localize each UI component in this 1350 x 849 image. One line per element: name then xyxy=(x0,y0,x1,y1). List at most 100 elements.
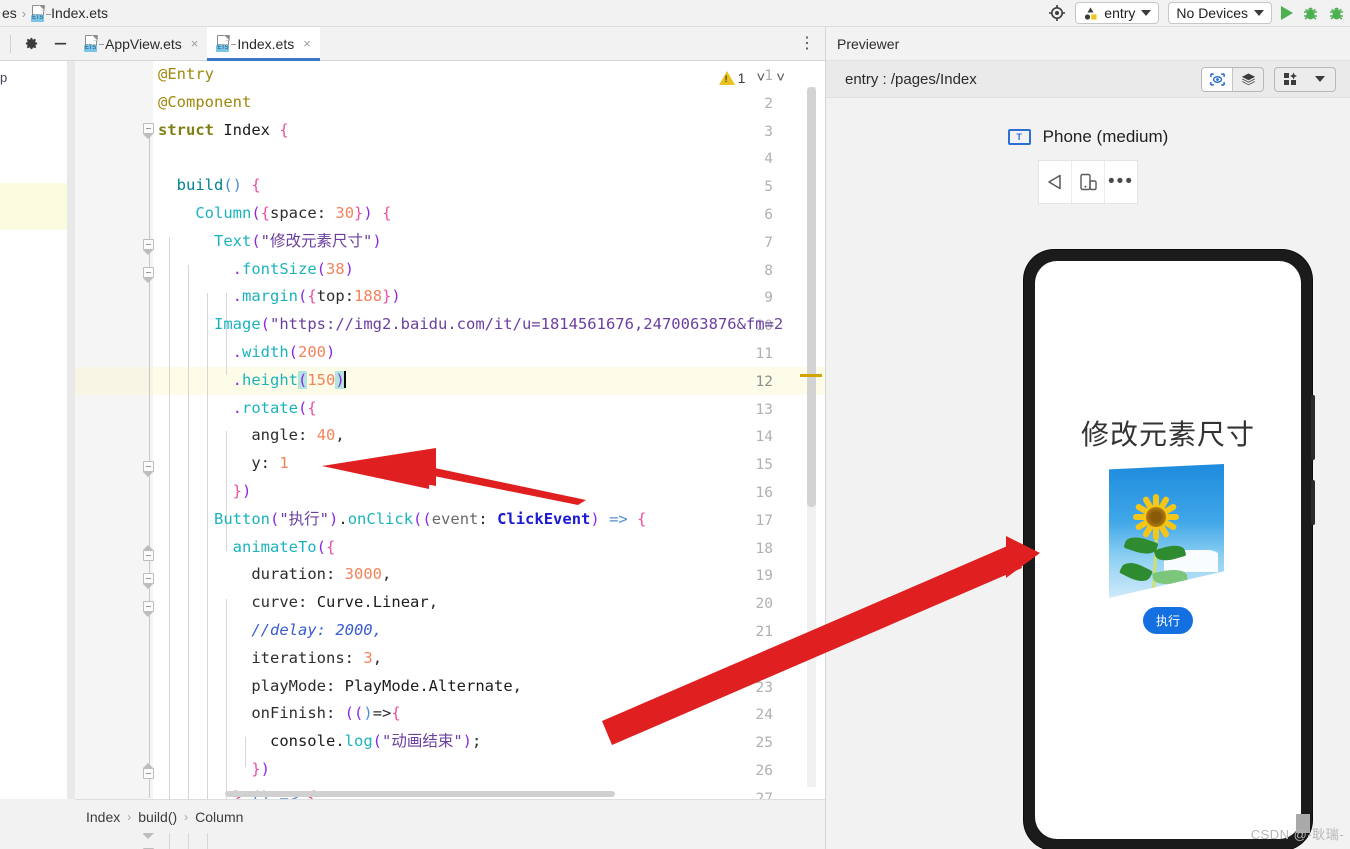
previewer-toolbar: entry : /pages/Index xyxy=(826,60,1350,98)
layout-selector-group xyxy=(1274,66,1336,92)
code-line-22: iterations: 3, xyxy=(251,648,383,667)
breadcrumb-separator-icon: › xyxy=(184,809,189,824)
editor-change-marker[interactable] xyxy=(800,374,822,377)
breadcrumb-truncated[interactable]: es xyxy=(2,5,17,21)
code-line-3: struct Index { xyxy=(158,120,289,139)
target-icon[interactable] xyxy=(1048,4,1066,22)
back-triangle-icon[interactable] xyxy=(1039,161,1071,203)
previewer-toolbar-actions xyxy=(1201,66,1336,92)
code-line-21: //delay: 2000, xyxy=(251,621,382,639)
project-tree-item-label: p xyxy=(0,70,8,85)
tab-close-icon[interactable]: × xyxy=(191,36,199,51)
breadcrumb-column[interactable]: Column xyxy=(195,809,243,825)
ide-window: es › ETS Index.ets entry No Devices ETS … xyxy=(0,0,1350,849)
code-line-14: angle: 40, xyxy=(251,426,345,445)
ets-file-icon: ETS xyxy=(31,4,52,22)
eye-inspector-icon[interactable] xyxy=(1202,67,1232,91)
sunflower-head xyxy=(1131,492,1181,542)
project-tree-panel[interactable]: p xyxy=(0,61,67,799)
code-line-7: Text("修改元素尺寸") xyxy=(214,231,382,250)
tab-label: Index.ets xyxy=(237,35,295,52)
rotate-device-icon[interactable] xyxy=(1072,161,1104,203)
device-button-volume xyxy=(1311,395,1315,460)
ets-file-icon: ETS xyxy=(84,35,104,52)
code-line-19: duration: 3000, xyxy=(251,565,392,584)
top-bar-actions: entry No Devices xyxy=(1048,2,1350,24)
code-breadcrumb-bar: Index › build() › Column xyxy=(75,799,825,833)
tab-label: AppView.ets xyxy=(105,35,182,52)
code-line-17: Button("执行").onClick((event: ClickEvent)… xyxy=(214,509,647,528)
minus-icon[interactable] xyxy=(46,36,75,51)
toolbar-divider xyxy=(10,34,11,53)
code-line-18: animateTo({ xyxy=(232,537,336,556)
preview-execute-button[interactable]: 执行 xyxy=(1142,607,1194,634)
kebab-menu-icon[interactable]: ⋮ xyxy=(799,35,815,51)
device-selector[interactable]: No Devices xyxy=(1168,2,1272,24)
editor-horizontal-scrollbar[interactable] xyxy=(225,791,615,797)
code-line-20: curve: Curve.Linear, xyxy=(251,593,439,612)
grid-layout-icon[interactable] xyxy=(1275,68,1305,91)
device-header: T Phone (medium) xyxy=(826,127,1350,147)
run-play-icon[interactable] xyxy=(1281,6,1293,20)
editor-vertical-scrollbar-thumb[interactable] xyxy=(807,87,816,507)
device-selector-label: No Devices xyxy=(1176,5,1248,21)
chevron-down-icon[interactable]: ˅ xyxy=(776,69,785,86)
device-label: Phone (medium) xyxy=(1042,127,1169,146)
leaf xyxy=(1119,558,1153,586)
project-tree-scrollbar[interactable] xyxy=(67,61,75,799)
module-selector-label: entry xyxy=(1104,5,1136,21)
preview-mode-group xyxy=(1201,66,1264,92)
breadcrumb-file-name[interactable]: Index.ets xyxy=(51,5,108,21)
layers-icon[interactable] xyxy=(1233,68,1263,91)
code-line-23: playMode: PlayMode.Alternate, xyxy=(251,676,523,695)
editor-tab-strip: ETS AppView.ets × ETS Index.ets × ⋮ xyxy=(0,26,825,61)
preview-title-text: 修改元素尺寸 xyxy=(1080,418,1255,451)
code-line-16: }) xyxy=(232,482,252,500)
chevron-up-icon[interactable]: ˅ xyxy=(756,69,765,86)
tab-appview-ets[interactable]: ETS AppView.ets × xyxy=(75,27,207,61)
code-line-8: .fontSize(38) xyxy=(232,259,355,278)
warning-count: 1 xyxy=(737,69,746,86)
tab-index-ets[interactable]: ETS Index.ets × xyxy=(207,26,321,61)
breadcrumb-build[interactable]: build() xyxy=(138,809,177,825)
preview-sunflower-image xyxy=(1109,464,1224,598)
project-tree-selection-highlight xyxy=(0,183,67,230)
debug-bug-icon[interactable] xyxy=(1302,5,1319,22)
warning-triangle-icon xyxy=(718,70,735,85)
code-line-5: build() { xyxy=(176,176,261,195)
code-line-10: Image("https://img2.baidu.com/it/u=18145… xyxy=(214,315,784,334)
code-line-6: Column({space: 30}) { xyxy=(195,204,392,222)
editor-gutter[interactable] xyxy=(75,61,153,799)
code-line-25: console.log("动画结束"); xyxy=(269,732,482,751)
previewer-title: Previewer xyxy=(826,27,1350,60)
attach-debug-bug-icon[interactable] xyxy=(1328,5,1345,22)
top-bar: es › ETS Index.ets entry No Devices xyxy=(0,0,1350,27)
tablet-t-icon: T xyxy=(1007,129,1031,145)
breadcrumb-index[interactable]: Index xyxy=(86,809,120,825)
more-dots-icon[interactable]: ••• xyxy=(1105,161,1137,203)
chevron-down-icon[interactable] xyxy=(1305,68,1335,91)
previewer-path: entry : /pages/Index xyxy=(845,70,977,88)
device-screen[interactable]: 修改元素尺寸 执行 xyxy=(1035,261,1301,839)
inspection-status[interactable]: 1 ˅ ˅ xyxy=(718,69,785,86)
code-line-26: }) xyxy=(251,760,271,778)
module-icon xyxy=(1085,7,1097,20)
device-button-power xyxy=(1311,480,1315,525)
device-preview-frame: 修改元素尺寸 执行 xyxy=(1024,250,1315,849)
window-breadcrumb: es › ETS Index.ets xyxy=(0,4,108,22)
tab-close-icon[interactable]: × xyxy=(303,36,311,51)
code-line-1: @Entry xyxy=(158,65,214,83)
code-line-9: .margin({top:188}) xyxy=(232,287,401,306)
device-action-bar: ••• xyxy=(1038,160,1138,204)
breadcrumb-separator-icon: › xyxy=(21,5,27,21)
code-text-area[interactable]: @Entry @Component struct Index { build()… xyxy=(153,61,825,799)
code-editor[interactable]: 1 2 3 4 5 6 7 8 9 10 11 12 13 14 15 16 1… xyxy=(75,61,825,849)
module-selector[interactable]: entry xyxy=(1075,2,1160,24)
gear-icon[interactable] xyxy=(17,36,46,51)
code-line-13: .rotate({ xyxy=(232,398,317,417)
ets-file-icon: ETS xyxy=(216,35,237,52)
chevron-down-icon xyxy=(1141,10,1152,16)
gutter-current-line-highlight xyxy=(75,367,153,395)
code-line-15: y: 1 xyxy=(251,454,289,473)
